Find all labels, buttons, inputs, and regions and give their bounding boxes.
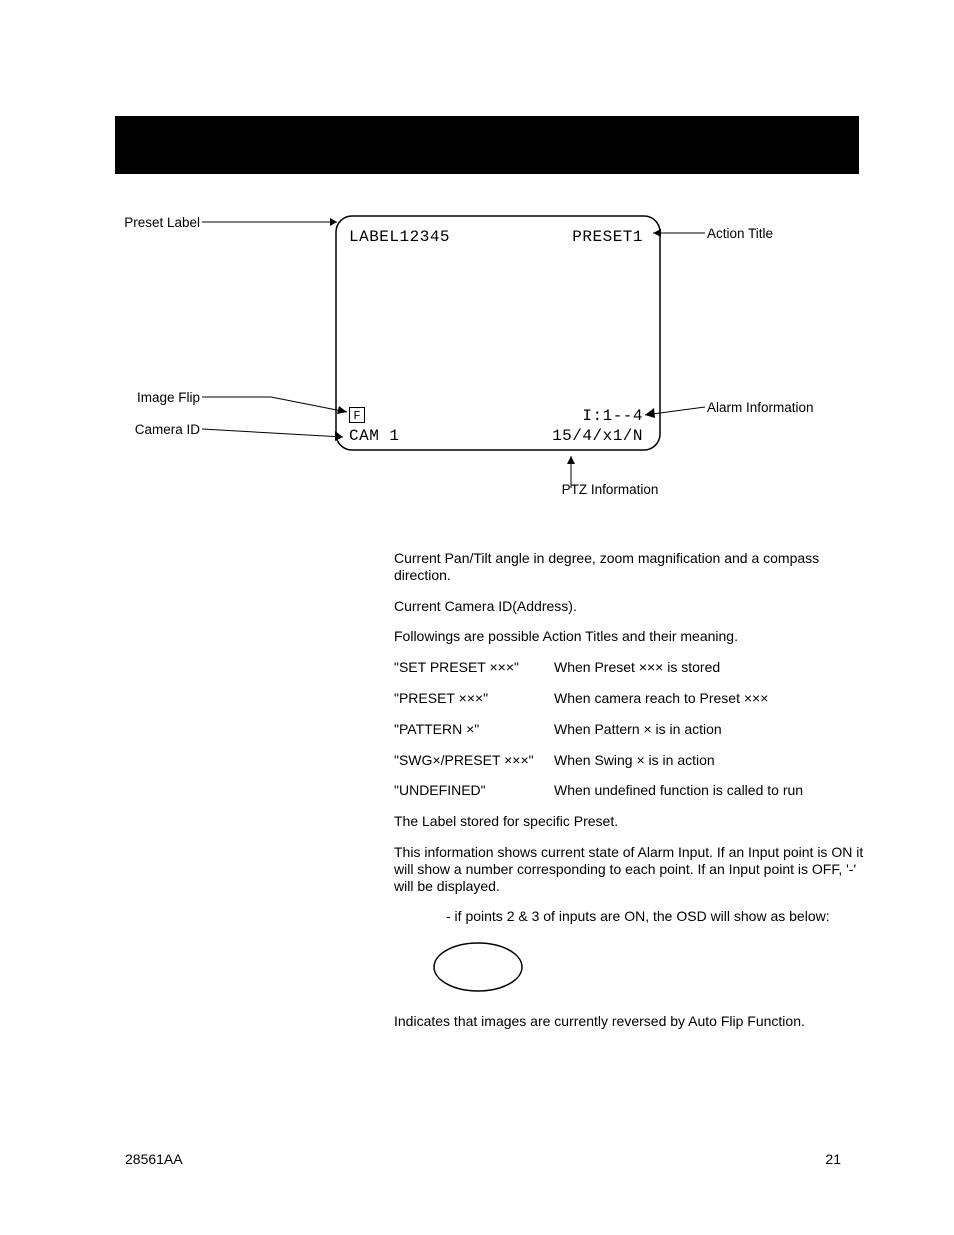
table-row: "PRESET ×××" When camera reach to Preset… — [394, 690, 864, 707]
action-desc-cell: When Swing × is in action — [554, 752, 864, 769]
osd-preset-label-text: LABEL12345 — [349, 228, 450, 246]
action-title-cell: "UNDEFINED" — [394, 782, 554, 799]
table-row: "PATTERN ×" When Pattern × is in action — [394, 721, 864, 738]
para-alarm-desc: This information shows current state of … — [394, 844, 864, 894]
osd-ptz-text: 15/4/x1/N — [552, 427, 643, 445]
table-row: "SWG×/PRESET ×××" When Swing × is in act… — [394, 752, 864, 769]
body-text: Current Pan/Tilt angle in degree, zoom m… — [394, 550, 864, 1044]
action-desc-cell: When camera reach to Preset ××× — [554, 690, 864, 707]
action-title-cell: "SET PRESET ×××" — [394, 659, 554, 676]
para-action-titles-intro: Followings are possible Action Titles an… — [394, 628, 864, 645]
action-desc-cell: When Preset ××× is stored — [554, 659, 864, 676]
para-camera-id-desc: Current Camera ID(Address). — [394, 598, 864, 615]
para-image-flip-desc: Indicates that images are currently reve… — [394, 1013, 864, 1030]
osd-camera-id-text: CAM 1 — [349, 427, 400, 445]
osd-action-title-text: PRESET1 — [572, 228, 643, 246]
para-preset-label-desc: The Label stored for specific Preset. — [394, 813, 864, 830]
para-alarm-example: - if points 2 & 3 of inputs are ON, the … — [446, 908, 864, 925]
action-desc-cell: When Pattern × is in action — [554, 721, 864, 738]
action-desc-cell: When undefined function is called to run — [554, 782, 864, 799]
action-title-cell: "PRESET ×××" — [394, 690, 554, 707]
osd-flip-indicator: F — [349, 407, 365, 423]
section-header-bar — [115, 116, 859, 174]
action-title-cell: "PATTERN ×" — [394, 721, 554, 738]
table-row: "SET PRESET ×××" When Preset ××× is stor… — [394, 659, 864, 676]
osd-screen: LABEL12345 PRESET1 F I:1--4 CAM 1 15/4/x… — [335, 215, 661, 451]
ellipse-illustration — [428, 939, 864, 999]
osd-alarm-text: I:1--4 — [582, 407, 643, 425]
table-row: "UNDEFINED" When undefined function is c… — [394, 782, 864, 799]
footer-page-number: 21 — [825, 1151, 841, 1167]
action-title-cell: "SWG×/PRESET ×××" — [394, 752, 554, 769]
action-title-table: "SET PRESET ×××" When Preset ××× is stor… — [394, 659, 864, 799]
osd-diagram: Preset Label Image Flip Camera ID Action… — [115, 200, 859, 520]
footer-doc-id: 28561AA — [125, 1151, 183, 1167]
para-ptz-desc: Current Pan/Tilt angle in degree, zoom m… — [394, 550, 864, 584]
